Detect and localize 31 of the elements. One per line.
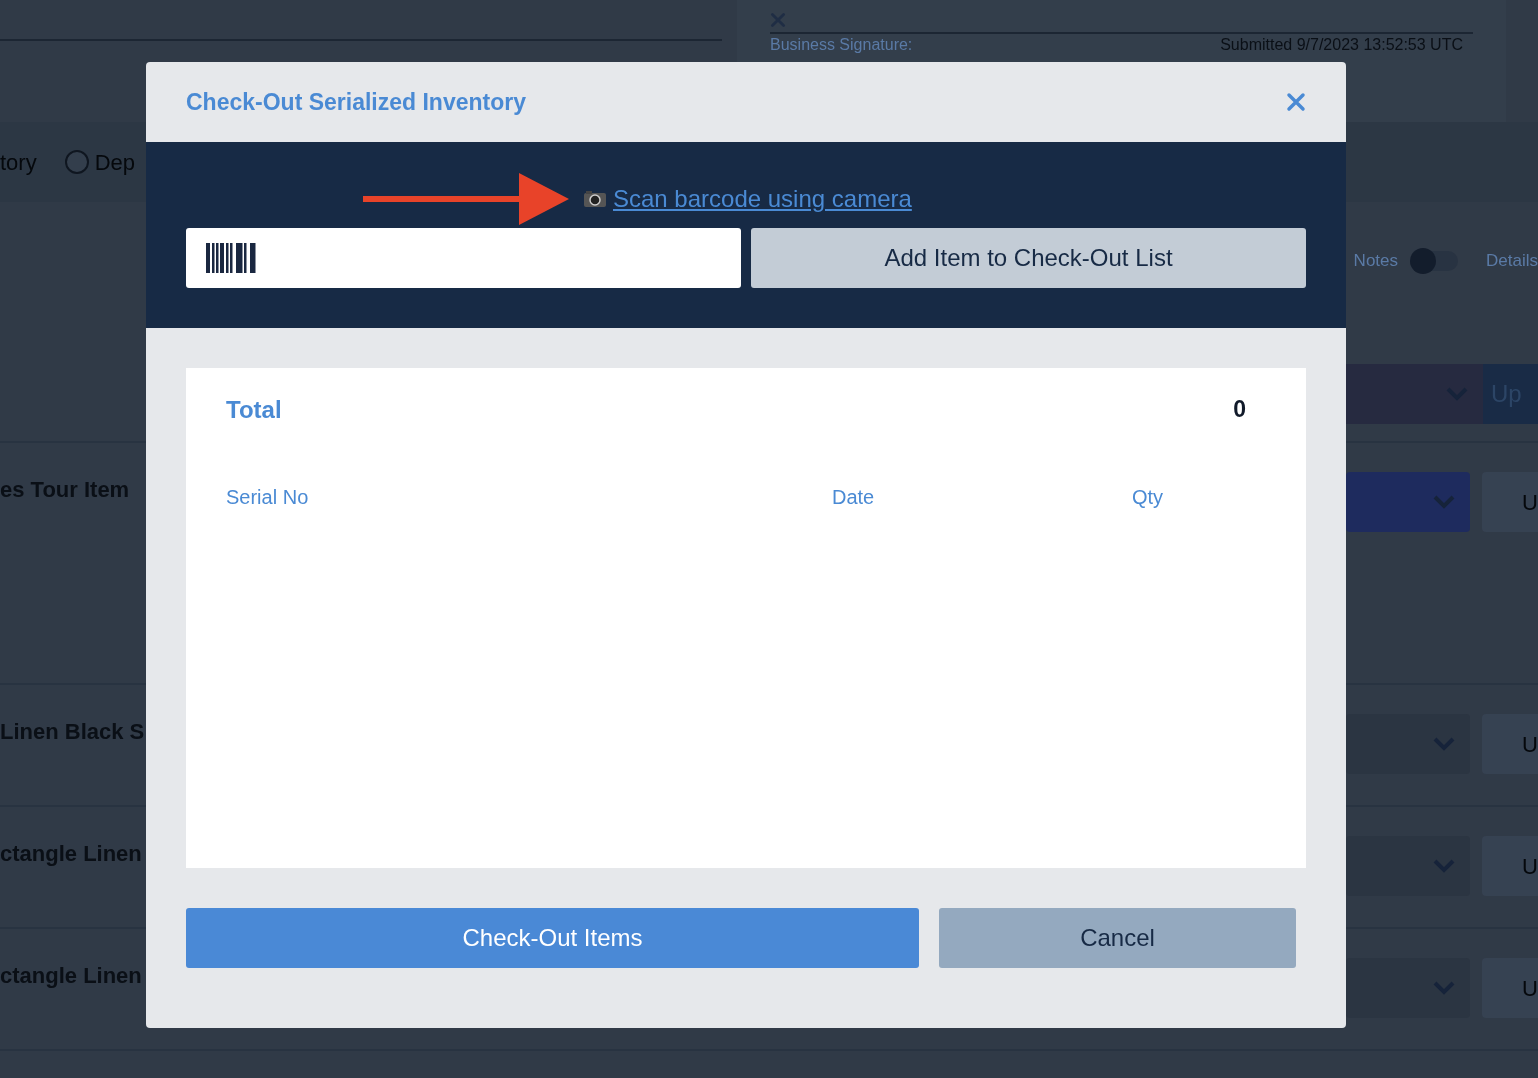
- filter-label: tory: [0, 148, 37, 177]
- column-header: Serial No: [226, 485, 310, 510]
- dropdown-select[interactable]: [1346, 363, 1483, 424]
- close-icon[interactable]: [1286, 92, 1306, 112]
- radio-label: Dep: [94, 148, 136, 177]
- barcode-icon: [206, 243, 256, 273]
- dropdown-select[interactable]: [1346, 958, 1470, 1018]
- column-header: Date: [832, 485, 876, 510]
- update-button[interactable]: U: [1482, 714, 1538, 774]
- check-out-button[interactable]: Check-Out Items: [186, 908, 919, 968]
- barcode-input-field[interactable]: [186, 228, 741, 288]
- signature-label: Business Signature:: [770, 35, 913, 55]
- chevron-down-icon: [1432, 494, 1456, 510]
- camera-icon: [583, 190, 607, 208]
- cancel-button[interactable]: Cancel: [939, 908, 1296, 968]
- dropdown-select[interactable]: [1346, 472, 1470, 532]
- total-label: Total: [226, 395, 282, 425]
- notes-toggle[interactable]: [1410, 250, 1459, 271]
- update-button[interactable]: U: [1482, 836, 1538, 896]
- notes-label: Notes: [1353, 250, 1399, 272]
- scan-barcode-link[interactable]: Scan barcode using camera: [583, 181, 912, 217]
- total-value: 0: [1233, 395, 1246, 424]
- column-header: Qty: [1132, 485, 1164, 510]
- dropdown-select[interactable]: [1346, 836, 1470, 896]
- update-button[interactable]: U: [1482, 472, 1538, 532]
- details-label: Details: [1486, 250, 1538, 272]
- dropdown-select[interactable]: [1346, 714, 1470, 774]
- update-button[interactable]: U: [1482, 958, 1538, 1018]
- radio-button[interactable]: [64, 150, 89, 174]
- add-item-button[interactable]: Add Item to Check-Out List: [751, 228, 1306, 288]
- modal-title: Check-Out Serialized Inventory: [186, 87, 526, 117]
